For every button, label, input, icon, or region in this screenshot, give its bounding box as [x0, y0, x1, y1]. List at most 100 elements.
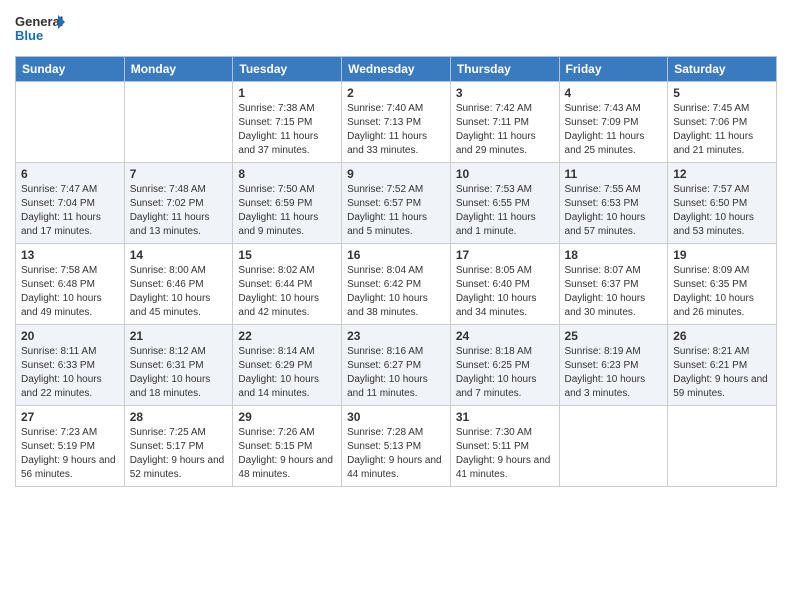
calendar-cell	[668, 406, 777, 487]
day-number: 9	[347, 167, 445, 181]
day-info: Sunrise: 7:48 AM Sunset: 7:02 PM Dayligh…	[130, 183, 228, 239]
calendar-week-row: 13 Sunrise: 7:58 AM Sunset: 6:48 PM Dayli…	[16, 244, 777, 325]
calendar-cell: 8 Sunrise: 7:50 AM Sunset: 6:59 PM Daylig…	[233, 163, 342, 244]
calendar-cell: 26 Sunrise: 8:21 AM Sunset: 6:21 PM Dayli…	[668, 325, 777, 406]
day-number: 4	[565, 86, 663, 100]
day-number: 31	[456, 410, 554, 424]
calendar-week-row: 20 Sunrise: 8:11 AM Sunset: 6:33 PM Dayli…	[16, 325, 777, 406]
calendar-cell: 15 Sunrise: 8:02 AM Sunset: 6:44 PM Dayli…	[233, 244, 342, 325]
calendar-cell: 3Sunrise: 7:42 AM Sunset: 7:11 PM Daylig…	[450, 82, 559, 163]
calendar-header-sunday: Sunday	[16, 57, 125, 82]
calendar-header-saturday: Saturday	[668, 57, 777, 82]
day-info: Sunrise: 8:21 AM Sunset: 6:21 PM Dayligh…	[673, 345, 771, 401]
day-number: 8	[238, 167, 336, 181]
calendar-cell: 29 Sunrise: 7:26 AM Sunset: 5:15 PM Dayli…	[233, 406, 342, 487]
calendar-week-row: 1 Sunrise: 7:38 AM Sunset: 7:15 PM Daylig…	[16, 82, 777, 163]
day-number: 24	[456, 329, 554, 343]
calendar-week-row: 27Sunrise: 7:23 AM Sunset: 5:19 PM Dayli…	[16, 406, 777, 487]
day-number: 17	[456, 248, 554, 262]
calendar-cell: 18 Sunrise: 8:07 AM Sunset: 6:37 PM Dayli…	[559, 244, 668, 325]
calendar-cell	[16, 82, 125, 163]
day-info: Sunrise: 8:09 AM Sunset: 6:35 PM Dayligh…	[673, 264, 771, 320]
day-number: 11	[565, 167, 663, 181]
calendar-cell: 14Sunrise: 8:00 AM Sunset: 6:46 PM Dayli…	[124, 244, 233, 325]
day-info: Sunrise: 8:05 AM Sunset: 6:40 PM Dayligh…	[456, 264, 554, 320]
calendar-cell: 13 Sunrise: 7:58 AM Sunset: 6:48 PM Dayli…	[16, 244, 125, 325]
day-number: 18	[565, 248, 663, 262]
calendar-header-monday: Monday	[124, 57, 233, 82]
calendar-cell: 9 Sunrise: 7:52 AM Sunset: 6:57 PM Daylig…	[342, 163, 451, 244]
day-info: Sunrise: 7:28 AM Sunset: 5:13 PM Dayligh…	[347, 426, 445, 482]
day-info: Sunrise: 7:52 AM Sunset: 6:57 PM Dayligh…	[347, 183, 445, 239]
calendar-cell: 19 Sunrise: 8:09 AM Sunset: 6:35 PM Dayli…	[668, 244, 777, 325]
day-number: 19	[673, 248, 771, 262]
day-info: Sunrise: 8:04 AM Sunset: 6:42 PM Dayligh…	[347, 264, 445, 320]
day-info: Sunrise: 8:07 AM Sunset: 6:37 PM Dayligh…	[565, 264, 663, 320]
day-info: Sunrise: 7:38 AM Sunset: 7:15 PM Dayligh…	[238, 102, 336, 158]
day-info: Sunrise: 7:57 AM Sunset: 6:50 PM Dayligh…	[673, 183, 771, 239]
day-info: Sunrise: 8:11 AM Sunset: 6:33 PM Dayligh…	[21, 345, 119, 401]
calendar-cell: 28 Sunrise: 7:25 AM Sunset: 5:17 PM Dayli…	[124, 406, 233, 487]
day-info: Sunrise: 8:18 AM Sunset: 6:25 PM Dayligh…	[456, 345, 554, 401]
calendar-cell: 27Sunrise: 7:23 AM Sunset: 5:19 PM Dayli…	[16, 406, 125, 487]
day-number: 12	[673, 167, 771, 181]
calendar-header-row: SundayMondayTuesdayWednesdayThursdayFrid…	[16, 57, 777, 82]
day-number: 13	[21, 248, 119, 262]
day-info: Sunrise: 7:42 AM Sunset: 7:11 PM Dayligh…	[456, 102, 554, 158]
calendar-header-wednesday: Wednesday	[342, 57, 451, 82]
svg-text:Blue: Blue	[15, 28, 43, 43]
calendar-cell: 10 Sunrise: 7:53 AM Sunset: 6:55 PM Dayli…	[450, 163, 559, 244]
day-number: 20	[21, 329, 119, 343]
day-info: Sunrise: 7:50 AM Sunset: 6:59 PM Dayligh…	[238, 183, 336, 239]
day-info: Sunrise: 7:26 AM Sunset: 5:15 PM Dayligh…	[238, 426, 336, 482]
page: General Blue SundayMondayTuesdayWednesda…	[0, 0, 792, 612]
calendar-cell: 12 Sunrise: 7:57 AM Sunset: 6:50 PM Dayli…	[668, 163, 777, 244]
day-info: Sunrise: 7:30 AM Sunset: 5:11 PM Dayligh…	[456, 426, 554, 482]
calendar-cell: 31 Sunrise: 7:30 AM Sunset: 5:11 PM Dayli…	[450, 406, 559, 487]
calendar-header-thursday: Thursday	[450, 57, 559, 82]
calendar-cell	[124, 82, 233, 163]
logo-svg: General Blue	[15, 10, 65, 48]
day-number: 1	[238, 86, 336, 100]
calendar-cell: 5Sunrise: 7:45 AM Sunset: 7:06 PM Daylig…	[668, 82, 777, 163]
day-info: Sunrise: 7:43 AM Sunset: 7:09 PM Dayligh…	[565, 102, 663, 158]
calendar-cell: 11 Sunrise: 7:55 AM Sunset: 6:53 PM Dayli…	[559, 163, 668, 244]
calendar-cell: 30 Sunrise: 7:28 AM Sunset: 5:13 PM Dayli…	[342, 406, 451, 487]
calendar-week-row: 6 Sunrise: 7:47 AM Sunset: 7:04 PM Daylig…	[16, 163, 777, 244]
calendar-header-friday: Friday	[559, 57, 668, 82]
calendar-header-tuesday: Tuesday	[233, 57, 342, 82]
day-info: Sunrise: 7:45 AM Sunset: 7:06 PM Dayligh…	[673, 102, 771, 158]
calendar-cell: 16 Sunrise: 8:04 AM Sunset: 6:42 PM Dayli…	[342, 244, 451, 325]
day-number: 10	[456, 167, 554, 181]
day-info: Sunrise: 7:25 AM Sunset: 5:17 PM Dayligh…	[130, 426, 228, 482]
calendar-cell: 7 Sunrise: 7:48 AM Sunset: 7:02 PM Daylig…	[124, 163, 233, 244]
day-info: Sunrise: 7:53 AM Sunset: 6:55 PM Dayligh…	[456, 183, 554, 239]
day-number: 26	[673, 329, 771, 343]
calendar-cell: 24 Sunrise: 8:18 AM Sunset: 6:25 PM Dayli…	[450, 325, 559, 406]
day-info: Sunrise: 8:00 AM Sunset: 6:46 PM Dayligh…	[130, 264, 228, 320]
calendar-cell: 6 Sunrise: 7:47 AM Sunset: 7:04 PM Daylig…	[16, 163, 125, 244]
day-number: 7	[130, 167, 228, 181]
day-number: 22	[238, 329, 336, 343]
day-number: 29	[238, 410, 336, 424]
day-info: Sunrise: 8:02 AM Sunset: 6:44 PM Dayligh…	[238, 264, 336, 320]
calendar-cell: 25Sunrise: 8:19 AM Sunset: 6:23 PM Dayli…	[559, 325, 668, 406]
day-number: 28	[130, 410, 228, 424]
day-info: Sunrise: 7:40 AM Sunset: 7:13 PM Dayligh…	[347, 102, 445, 158]
calendar-cell: 17 Sunrise: 8:05 AM Sunset: 6:40 PM Dayli…	[450, 244, 559, 325]
day-number: 27	[21, 410, 119, 424]
calendar-cell: 22Sunrise: 8:14 AM Sunset: 6:29 PM Dayli…	[233, 325, 342, 406]
day-info: Sunrise: 7:55 AM Sunset: 6:53 PM Dayligh…	[565, 183, 663, 239]
day-number: 15	[238, 248, 336, 262]
calendar-cell	[559, 406, 668, 487]
day-number: 16	[347, 248, 445, 262]
day-info: Sunrise: 7:47 AM Sunset: 7:04 PM Dayligh…	[21, 183, 119, 239]
svg-text:General: General	[15, 14, 63, 29]
logo: General Blue	[15, 10, 65, 48]
calendar-table: SundayMondayTuesdayWednesdayThursdayFrid…	[15, 56, 777, 487]
calendar-cell: 2Sunrise: 7:40 AM Sunset: 7:13 PM Daylig…	[342, 82, 451, 163]
day-number: 6	[21, 167, 119, 181]
day-number: 30	[347, 410, 445, 424]
day-info: Sunrise: 7:58 AM Sunset: 6:48 PM Dayligh…	[21, 264, 119, 320]
day-info: Sunrise: 8:19 AM Sunset: 6:23 PM Dayligh…	[565, 345, 663, 401]
